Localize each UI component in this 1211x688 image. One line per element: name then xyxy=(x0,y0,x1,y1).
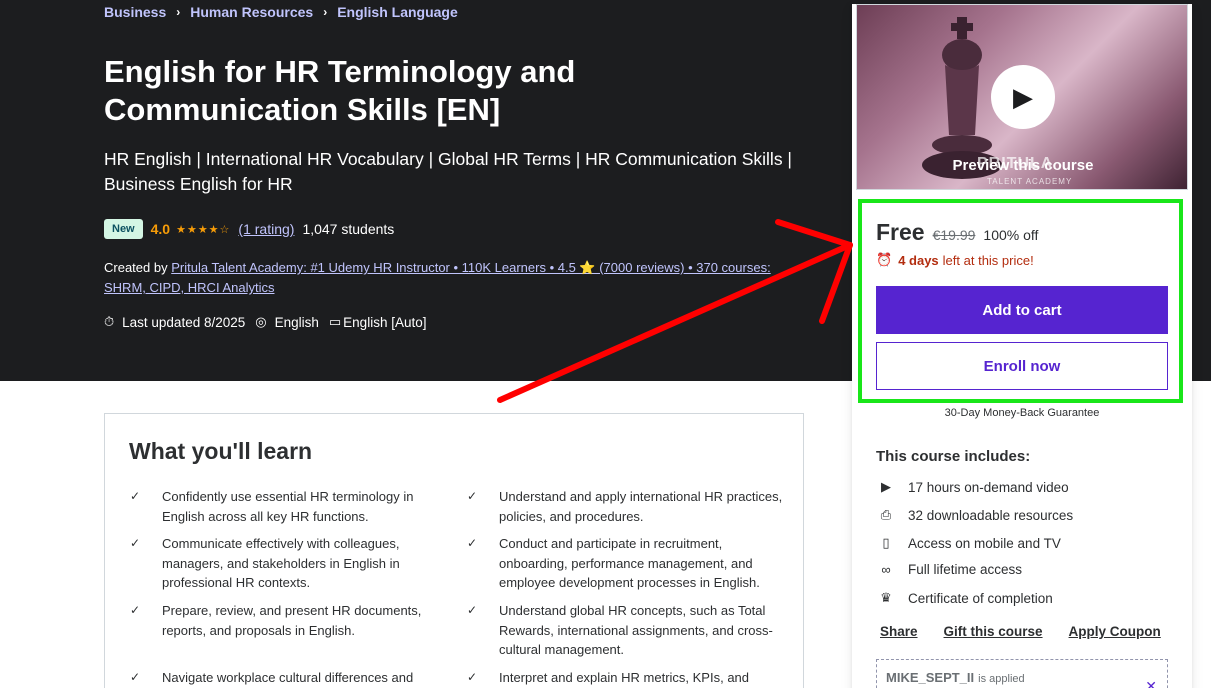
include-item-text: Access on mobile and TV xyxy=(908,535,1061,551)
apply-coupon-link[interactable]: Apply Coupon xyxy=(1069,624,1161,639)
alert-clock-icon: ⏱ xyxy=(104,314,115,329)
price-timer: ⏰ 4 days left at this price! xyxy=(876,252,1034,268)
captions-icon: ▭ xyxy=(328,314,342,329)
breadcrumb-item-english-language[interactable]: English Language xyxy=(337,4,458,20)
course-preview[interactable]: ▶ PRITULA TALENT ACADEMY Preview this co… xyxy=(856,4,1188,190)
play-icon[interactable]: ▶ xyxy=(991,65,1055,129)
close-icon[interactable]: ✕ xyxy=(1145,678,1157,688)
learn-item-text: Communicate effectively with colleagues,… xyxy=(162,536,400,590)
learn-item-text: Interpret and explain HR metrics, KPIs, … xyxy=(499,670,750,685)
include-item: ⎙ 32 downloadable resources xyxy=(876,507,1073,523)
learn-item-text: Navigate workplace cultural differences … xyxy=(162,670,414,685)
gift-course-link[interactable]: Gift this course xyxy=(944,624,1043,639)
learn-item: ✓ Interpret and explain HR metrics, KPIs… xyxy=(467,668,784,688)
learn-item-text: Understand and apply international HR pr… xyxy=(499,489,783,524)
include-item-text: 32 downloadable resources xyxy=(908,507,1074,523)
learn-item: ✓ Understand and apply international HR … xyxy=(467,487,784,526)
mobile-icon: ▯ xyxy=(882,535,890,550)
check-icon: ✓ xyxy=(467,489,478,503)
share-link[interactable]: Share xyxy=(880,624,918,639)
language: ◎ English xyxy=(255,314,319,330)
check-icon: ✓ xyxy=(467,670,478,684)
chevron-right-icon: › xyxy=(176,5,181,19)
applied-coupon: MIKE_SEPT_II is applied ✕ xyxy=(876,659,1168,688)
includes-title: This course includes: xyxy=(876,448,1031,465)
add-to-cart-button[interactable]: Add to cart xyxy=(876,286,1168,334)
enroll-now-button[interactable]: Enroll now xyxy=(876,342,1168,390)
alarm-clock-icon: ⏰ xyxy=(876,252,893,267)
check-icon: ✓ xyxy=(130,489,141,503)
what-youll-learn: What you'll learn ✓ Confidently use esse… xyxy=(104,413,804,688)
course-subtitle: HR English | International HR Vocabulary… xyxy=(104,149,792,194)
money-back-guarantee: 30-Day Money-Back Guarantee xyxy=(944,407,1100,419)
learn-item-text: Prepare, review, and present HR document… xyxy=(162,603,422,638)
last-updated: ⏱ Last updated 8/2025 xyxy=(104,314,245,330)
price-row: Free €19.99 100% off xyxy=(876,219,1038,246)
created-by: Created by Pritula Talent Academy: #1 Ud… xyxy=(104,258,784,298)
include-item: ▶ 17 hours on-demand video xyxy=(876,479,1069,495)
chevron-right-icon: › xyxy=(323,5,328,19)
course-title: English for HR Terminology and Communica… xyxy=(104,54,576,127)
trophy-icon: ♛ xyxy=(880,590,892,605)
learn-item-text: Confidently use essential HR terminology… xyxy=(162,489,414,524)
learn-item: ✓ Navigate workplace cultural difference… xyxy=(130,668,447,688)
check-icon: ✓ xyxy=(467,603,478,617)
learn-item: ✓ Prepare, review, and present HR docume… xyxy=(130,601,447,640)
check-icon: ✓ xyxy=(130,670,141,684)
file-download-icon: ⎙ xyxy=(880,507,892,522)
learn-title: What you'll learn xyxy=(129,438,313,464)
created-by-label: Created by xyxy=(104,260,168,275)
include-item: ∞ Full lifetime access xyxy=(876,562,1022,577)
include-item-text: 17 hours on-demand video xyxy=(908,479,1069,495)
include-item: ▯ Access on mobile and TV xyxy=(876,535,1061,551)
current-price: Free xyxy=(876,219,925,245)
include-item-text: Certificate of completion xyxy=(908,590,1053,606)
instructor-link[interactable]: Pritula Talent Academy: #1 Udemy HR Inst… xyxy=(104,260,771,295)
video-icon: ▶ xyxy=(881,479,891,494)
learn-item: ✓ Conduct and participate in recruitment… xyxy=(467,534,784,593)
purchase-sidebar: ▶ PRITULA TALENT ACADEMY Preview this co… xyxy=(852,4,1192,688)
student-count: 1,047 students xyxy=(302,221,395,237)
breadcrumb-item-human-resources[interactable]: Human Resources xyxy=(190,4,313,20)
new-badge: New xyxy=(104,219,143,239)
captions-text: English [Auto] xyxy=(343,314,427,330)
check-icon: ✓ xyxy=(130,603,141,617)
learn-item: ✓ Confidently use essential HR terminolo… xyxy=(130,487,447,526)
include-item: ♛ Certificate of completion xyxy=(876,590,1053,606)
coupon-code-text: MIKE_SEPT_II xyxy=(886,670,975,685)
timer-days: 4 days xyxy=(898,252,939,268)
sidebar-links: Share Gift this course Apply Coupon xyxy=(880,624,1187,639)
learn-item-text: Understand global HR concepts, such as T… xyxy=(499,603,773,657)
original-price: €19.99 xyxy=(932,227,976,243)
globe-icon: ◎ xyxy=(255,314,267,329)
include-item-text: Full lifetime access xyxy=(908,562,1023,577)
captions: ▭ English [Auto] xyxy=(329,314,427,330)
breadcrumb-item-business[interactable]: Business xyxy=(104,4,166,20)
learn-item-text: Conduct and participate in recruitment, … xyxy=(499,536,760,590)
language-text: English xyxy=(274,314,319,330)
learn-item: ✓ Communicate effectively with colleague… xyxy=(130,534,447,593)
coupon-status: is applied xyxy=(978,673,1025,685)
rating-value: 4.0 xyxy=(150,221,171,237)
preview-brand-sub: TALENT ACADEMY xyxy=(987,177,1073,186)
check-icon: ✓ xyxy=(467,536,478,550)
last-updated-text: Last updated 8/2025 xyxy=(122,314,246,330)
timer-text: left at this price! xyxy=(942,252,1034,268)
preview-label[interactable]: Preview this course xyxy=(857,157,1187,174)
infinity-icon: ∞ xyxy=(881,562,891,577)
breadcrumb: Business › Human Resources › English Lan… xyxy=(104,4,458,20)
check-icon: ✓ xyxy=(130,536,141,550)
coupon-code: MIKE_SEPT_II is applied xyxy=(886,670,1025,685)
star-rating-icon: ★★★★☆ xyxy=(176,223,231,236)
learn-item: ✓ Understand global HR concepts, such as… xyxy=(467,601,784,660)
rating-count-link[interactable]: (1 rating) xyxy=(238,221,294,237)
course-meta: ⏱ Last updated 8/2025 ◎ English ▭ Englis… xyxy=(104,314,436,330)
discount-percent: 100% off xyxy=(983,227,1039,243)
rating-row: New 4.0 ★★★★☆ (1 rating) 1,047 students xyxy=(104,219,394,239)
